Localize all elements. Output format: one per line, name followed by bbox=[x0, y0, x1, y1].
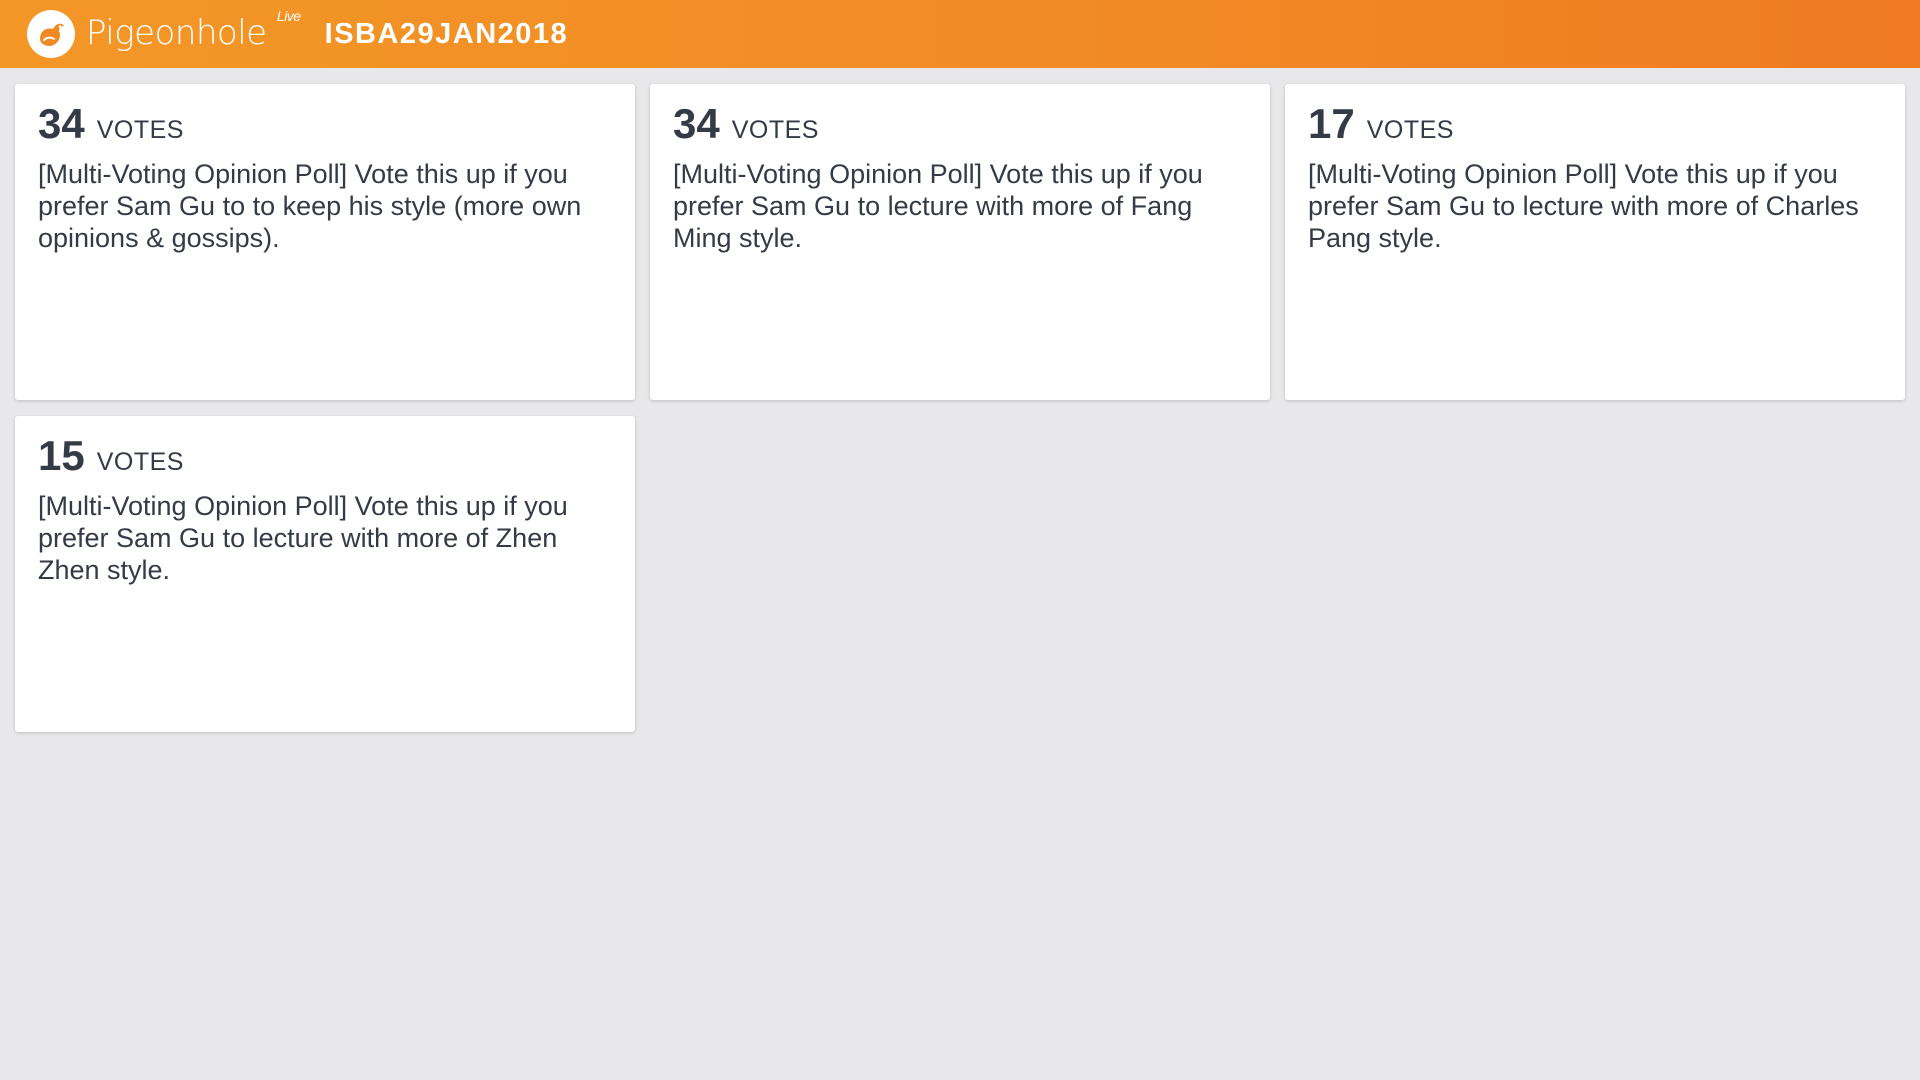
votes-label: VOTES bbox=[96, 116, 184, 144]
pigeon-logo-icon bbox=[27, 10, 75, 58]
votes-label: VOTES bbox=[731, 116, 819, 144]
question-card[interactable]: 17 VOTES [Multi-Voting Opinion Poll] Vot… bbox=[1285, 84, 1905, 400]
question-text: [Multi-Voting Opinion Poll] Vote this up… bbox=[38, 159, 582, 254]
vote-count-row: 15 VOTES bbox=[38, 432, 613, 479]
session-code: ISBA29JAN2018 bbox=[324, 17, 569, 50]
question-text: [Multi-Voting Opinion Poll] Vote this up… bbox=[38, 491, 568, 586]
votes-label: VOTES bbox=[1366, 116, 1454, 144]
vote-count-row: 34 VOTES bbox=[673, 100, 1248, 147]
brand-live-suffix: Live bbox=[276, 8, 301, 24]
vote-count: 15 bbox=[38, 432, 85, 479]
vote-count-row: 34 VOTES bbox=[38, 100, 613, 147]
question-card[interactable]: 34 VOTES [Multi-Voting Opinion Poll] Vot… bbox=[650, 84, 1270, 400]
votes-label: VOTES bbox=[96, 448, 184, 476]
brand-wordmark: Pigeonhole Live bbox=[86, 9, 301, 53]
question-text: [Multi-Voting Opinion Poll] Vote this up… bbox=[1308, 159, 1859, 254]
question-card[interactable]: 34 VOTES [Multi-Voting Opinion Poll] Vot… bbox=[15, 84, 635, 400]
question-card[interactable]: 15 VOTES [Multi-Voting Opinion Poll] Vot… bbox=[15, 416, 635, 732]
vote-count: 34 bbox=[673, 100, 720, 147]
vote-count: 34 bbox=[38, 100, 85, 147]
brand-logo[interactable]: Pigeonhole Live bbox=[26, 0, 301, 68]
vote-count-row: 17 VOTES bbox=[1308, 100, 1883, 147]
question-text: [Multi-Voting Opinion Poll] Vote this up… bbox=[673, 159, 1203, 254]
brand-name: Pigeonhole bbox=[86, 13, 267, 53]
question-grid: 34 VOTES [Multi-Voting Opinion Poll] Vot… bbox=[15, 84, 1905, 732]
top-bar: Pigeonhole Live ISBA29JAN2018 bbox=[0, 0, 1920, 68]
vote-count: 17 bbox=[1308, 100, 1355, 147]
